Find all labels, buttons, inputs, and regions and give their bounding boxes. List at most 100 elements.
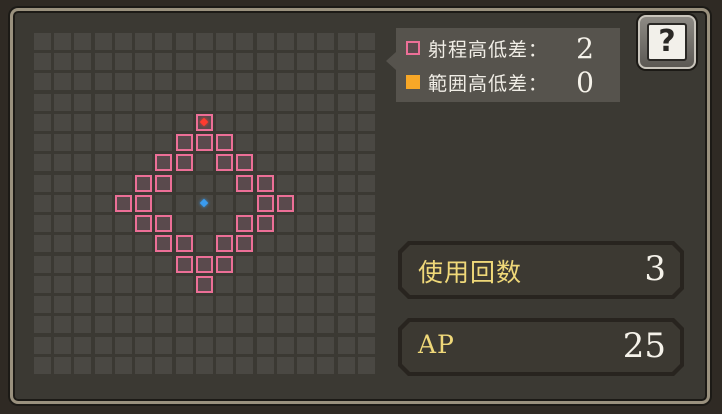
grid-cell	[297, 134, 315, 152]
grid-cell	[54, 33, 72, 50]
range-cell	[195, 134, 213, 152]
range-cell	[236, 174, 254, 192]
grid-cell	[337, 235, 355, 253]
grid-cell	[135, 113, 153, 131]
range-cell	[216, 134, 234, 152]
range-cell	[216, 255, 234, 273]
grid-cell	[195, 336, 213, 354]
grid-cell	[114, 53, 132, 71]
range-height-value: 2	[576, 31, 594, 65]
grid-cell	[175, 174, 193, 192]
grid-cell	[34, 174, 51, 192]
grid-cell	[297, 154, 315, 172]
grid-cell	[94, 235, 112, 253]
grid-cell	[256, 53, 274, 71]
grid-cell	[155, 275, 173, 293]
grid-cell	[236, 73, 254, 91]
grid-cell	[195, 73, 213, 91]
grid-cell	[34, 235, 51, 253]
grid-cell	[195, 33, 213, 50]
grid-cell	[276, 235, 294, 253]
grid-cell	[236, 316, 254, 334]
grid-cell	[74, 154, 92, 172]
grid-cell	[297, 215, 315, 233]
grid-cell	[256, 356, 274, 374]
grid-cell	[114, 275, 132, 293]
area-height-label: 範囲高低差：	[428, 72, 549, 95]
grid-cell	[357, 73, 375, 91]
uses-count-value: 3	[644, 249, 666, 289]
grid-cell	[317, 154, 335, 172]
range-cell	[216, 154, 234, 172]
grid-cell	[357, 174, 375, 192]
grid-cell	[337, 33, 355, 50]
grid-cell	[337, 296, 355, 314]
range-cell	[276, 194, 294, 212]
grid-cell	[337, 73, 355, 91]
grid-cell	[175, 275, 193, 293]
grid-cell	[357, 154, 375, 172]
grid-cell	[317, 174, 335, 192]
grid-cell	[236, 53, 254, 71]
area-height-value: 0	[576, 65, 594, 99]
grid-cell	[74, 356, 92, 374]
grid-cell	[337, 255, 355, 273]
grid-cell	[297, 296, 315, 314]
grid-cell	[236, 134, 254, 152]
grid-cell	[34, 33, 51, 50]
grid-cell	[94, 154, 112, 172]
grid-cell	[114, 154, 132, 172]
grid-cell	[216, 336, 234, 354]
grid-cell	[54, 93, 72, 111]
grid-cell	[114, 33, 132, 50]
grid-cell	[236, 336, 254, 354]
grid-cell	[256, 255, 274, 273]
range-cell	[195, 275, 213, 293]
ap-value: 25	[622, 326, 666, 366]
grid-cell	[357, 296, 375, 314]
grid-cell	[216, 33, 234, 50]
range-cell	[155, 215, 173, 233]
grid-cell	[114, 316, 132, 334]
grid-cell	[297, 194, 315, 212]
grid-cell	[94, 33, 112, 50]
grid-cell	[317, 275, 335, 293]
range-cell	[256, 174, 274, 192]
grid-cell	[216, 275, 234, 293]
grid-cell	[216, 113, 234, 131]
grid-cell	[297, 174, 315, 192]
grid-cell	[54, 174, 72, 192]
help-book-icon: ?	[647, 23, 687, 61]
grid-cell	[276, 215, 294, 233]
grid-cell	[276, 174, 294, 192]
grid-cell	[236, 356, 254, 374]
grid-cell	[74, 255, 92, 273]
grid-cell	[216, 174, 234, 192]
grid-cell	[135, 53, 153, 71]
grid-cell	[114, 134, 132, 152]
grid-cell	[357, 33, 375, 50]
grid-cell	[54, 336, 72, 354]
grid-cell	[276, 53, 294, 71]
grid-cell	[114, 356, 132, 374]
grid-cell	[337, 93, 355, 111]
range-cell	[195, 255, 213, 273]
grid-cell	[216, 73, 234, 91]
grid-cell	[337, 316, 355, 334]
grid-cell	[276, 275, 294, 293]
grid-cell	[135, 154, 153, 172]
grid-cell	[317, 73, 335, 91]
grid-cell	[155, 93, 173, 111]
range-cell	[256, 215, 274, 233]
grid-cell	[276, 93, 294, 111]
grid-cell	[195, 296, 213, 314]
uses-count-label: 使用回数	[418, 258, 523, 287]
grid-cell	[114, 215, 132, 233]
grid-cell	[74, 33, 92, 50]
grid-cell	[297, 33, 315, 50]
help-button[interactable]: ?	[638, 15, 696, 69]
grid-cell	[155, 336, 173, 354]
grid-cell	[297, 255, 315, 273]
grid-cell	[357, 255, 375, 273]
grid-cell	[337, 215, 355, 233]
